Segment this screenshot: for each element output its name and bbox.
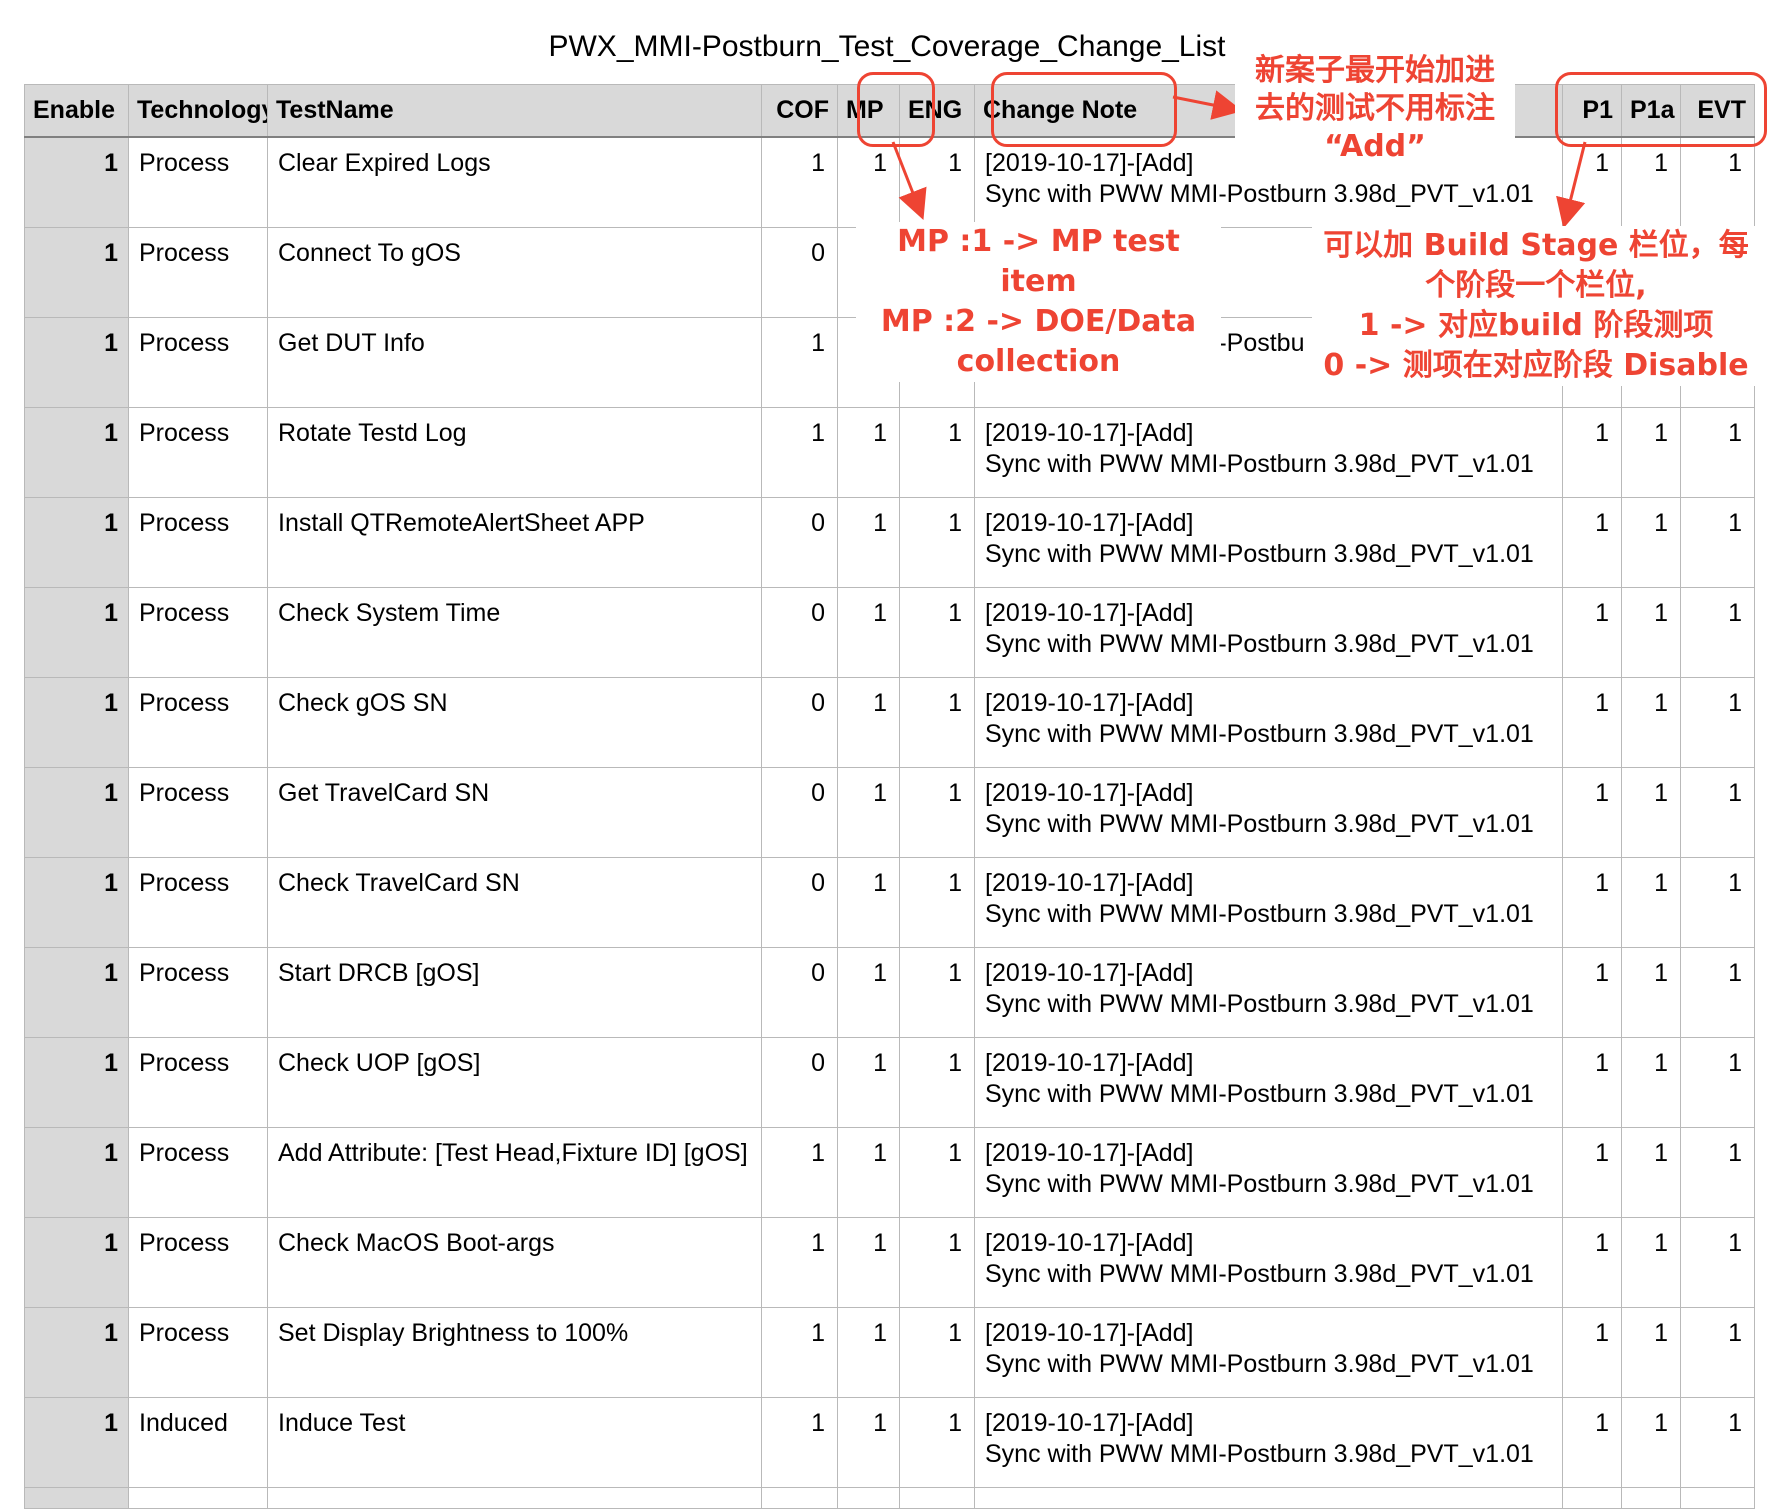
mp-arrow [891,141,927,220]
add-note-line-3: “Add” [1324,129,1426,164]
build-note-line-1: 可以加 Build Stage 栏位，每 [1323,228,1749,263]
add-note-annotation: 新案子最开始加进 去的测试不用标注 “Add” [1235,52,1515,166]
change-note-text: Sync with PWW MMI-Postburn 3.98d_PVT_v1.… [985,1350,1534,1378]
change-note-date: [2019-10-17]-[Add] [985,1409,1194,1437]
build-note-line-2: 个阶段一个栏位, [1425,268,1647,303]
mp-note-annotation: MP :1 -> MP test item MP :2 -> DOE/Data … [856,222,1221,382]
technology-cell[interactable]: Induced [128,1397,268,1488]
add-note-arrow [1172,90,1243,120]
build-note-line-3: 1 -> 对应build 阶段测项 [1358,308,1714,343]
evt-cell[interactable]: 1 [1680,1397,1755,1488]
technology-cell [128,1487,268,1509]
p1-cell [1562,1487,1622,1509]
enable-cell [24,1487,129,1509]
build-stage-note-annotation: 可以加 Build Stage 栏位，每 个阶段一个栏位, 1 -> 对应bui… [1312,226,1760,386]
add-note-line-1: 新案子最开始加进 [1255,53,1495,88]
mp-note-line-3: collection [956,344,1121,379]
mp-note-line-2: MP :2 -> DOE/Data [880,304,1197,339]
p1a-cell[interactable]: 1 [1621,1397,1681,1488]
cof-cell[interactable]: 1 [761,1397,838,1488]
eng-cell [899,1487,975,1509]
mp-cell[interactable]: 1 [837,1397,900,1488]
testname-cell [267,1487,762,1509]
enable-cell[interactable]: 1 [24,1397,129,1488]
change-note-cell[interactable]: [2019-10-17]-[Add] Sync with PWW MMI-Post… [974,1397,1563,1488]
build-stage-arrow [1556,141,1587,229]
eng-cell[interactable]: 1 [899,1397,975,1488]
add-note-line-2: 去的测试不用标注 [1255,91,1495,126]
build-note-line-4: 0 -> 测项在对应阶段 Disable [1323,348,1749,383]
evt-cell [1680,1487,1755,1509]
change-note-cell [974,1487,1563,1509]
mp-cell [837,1487,900,1509]
testname-cell[interactable]: Induce Test [267,1397,762,1488]
annotation-arrows [891,90,1587,229]
mp-note-line-1: MP :1 -> MP test item [897,224,1180,299]
cof-cell [761,1487,838,1509]
table-row-partial [24,1487,1755,1509]
p1a-cell [1621,1487,1681,1509]
table-row[interactable]: 1 Induced Induce Test 1 1 1 [2019-10-17]-[Add]… [24,1397,1755,1488]
p1-cell[interactable]: 1 [1562,1397,1622,1488]
change-note-text: Sync with PWW MMI-Postburn 3.98d_PVT_v1.… [985,1440,1534,1468]
